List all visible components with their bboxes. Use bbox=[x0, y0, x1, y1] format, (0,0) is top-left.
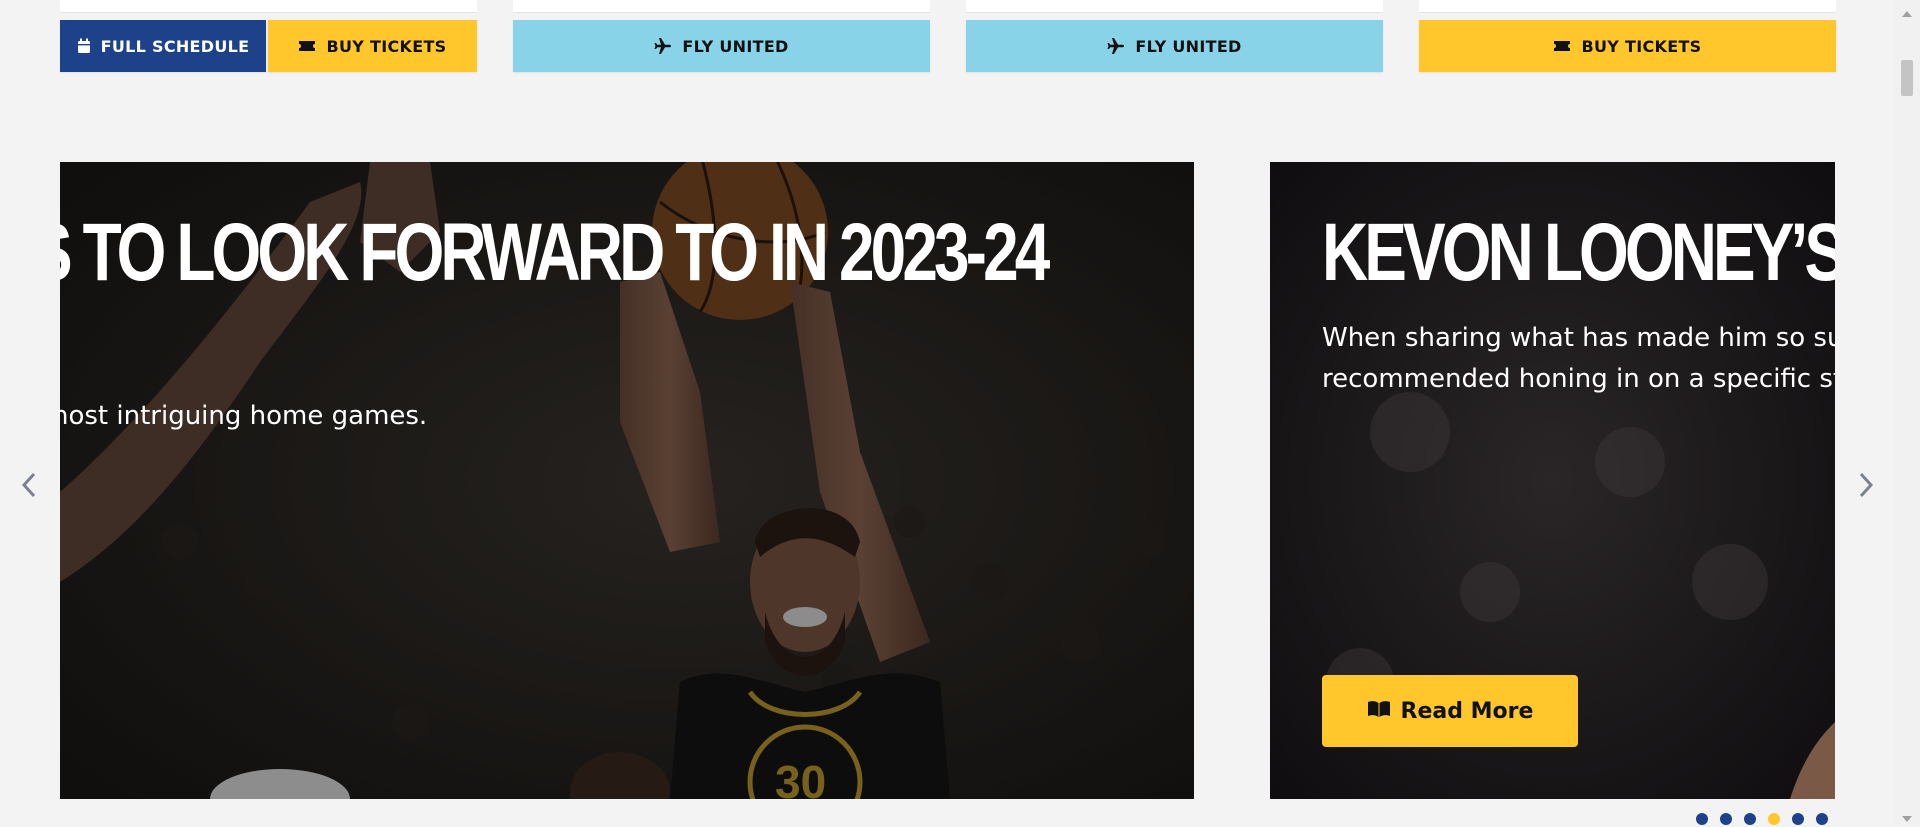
card-top-4 bbox=[1419, 0, 1836, 13]
card-top-1 bbox=[60, 0, 477, 13]
card-top-2 bbox=[513, 0, 930, 13]
carousel-dot[interactable] bbox=[1792, 813, 1804, 825]
buy-tickets-label: BUY TICKETS bbox=[1581, 36, 1702, 56]
slide-headline: S TO LOOK FORWARD TO IN 2023-24 bbox=[60, 207, 1050, 298]
slide-description: nost intriguing home games. bbox=[60, 401, 428, 431]
read-more-button[interactable]: Read More bbox=[1322, 675, 1578, 747]
buy-tickets-label: BUY TICKETS bbox=[326, 36, 447, 56]
read-more-label: Read More bbox=[1400, 698, 1534, 724]
fly-united-button[interactable]: FLY UNITED bbox=[966, 20, 1383, 72]
carousel-dot[interactable] bbox=[1720, 813, 1732, 825]
full-schedule-button[interactable]: FULL SCHEDULE bbox=[60, 20, 266, 72]
carousel-dot[interactable] bbox=[1696, 813, 1708, 825]
scroll-thumb[interactable] bbox=[1901, 60, 1913, 96]
airplane-icon bbox=[1107, 37, 1125, 55]
carousel-prev-button[interactable] bbox=[14, 472, 44, 502]
carousel-dot-active[interactable] bbox=[1768, 813, 1780, 825]
card-top-3 bbox=[966, 0, 1383, 13]
ticket-icon bbox=[298, 40, 316, 52]
scroll-down-icon[interactable] bbox=[1902, 809, 1912, 827]
fly-united-button[interactable]: FLY UNITED bbox=[513, 20, 930, 72]
fly-united-label: FLY UNITED bbox=[682, 36, 789, 56]
carousel-next-button[interactable] bbox=[1851, 472, 1881, 502]
airplane-icon bbox=[654, 37, 672, 55]
carousel-pagination bbox=[1696, 813, 1828, 825]
page-scrollbar[interactable] bbox=[1894, 0, 1920, 825]
chevron-right-icon bbox=[1858, 472, 1874, 503]
carousel-dot[interactable] bbox=[1744, 813, 1756, 825]
buy-tickets-button[interactable]: BUY TICKETS bbox=[268, 20, 477, 72]
slide-description: When sharing what has made him so suc re… bbox=[1322, 323, 1835, 394]
fly-united-label: FLY UNITED bbox=[1135, 36, 1242, 56]
carousel-dot[interactable] bbox=[1816, 813, 1828, 825]
scroll-up-icon[interactable] bbox=[1902, 4, 1912, 22]
calendar-icon bbox=[77, 38, 91, 54]
carousel-slide[interactable]: KEVON LOONEY’S S When sharing what has m… bbox=[1270, 162, 1835, 799]
chevron-left-icon bbox=[21, 472, 37, 503]
buy-tickets-button[interactable]: BUY TICKETS bbox=[1419, 20, 1836, 72]
carousel-slide[interactable]: 30 S TO LOOK FORWARD TO IN 2023-24 nost … bbox=[60, 162, 1194, 799]
book-icon bbox=[1367, 699, 1391, 724]
slide-headline: KEVON LOONEY’S S bbox=[1322, 207, 1835, 298]
full-schedule-label: FULL SCHEDULE bbox=[100, 36, 250, 56]
ticket-icon bbox=[1553, 40, 1571, 52]
